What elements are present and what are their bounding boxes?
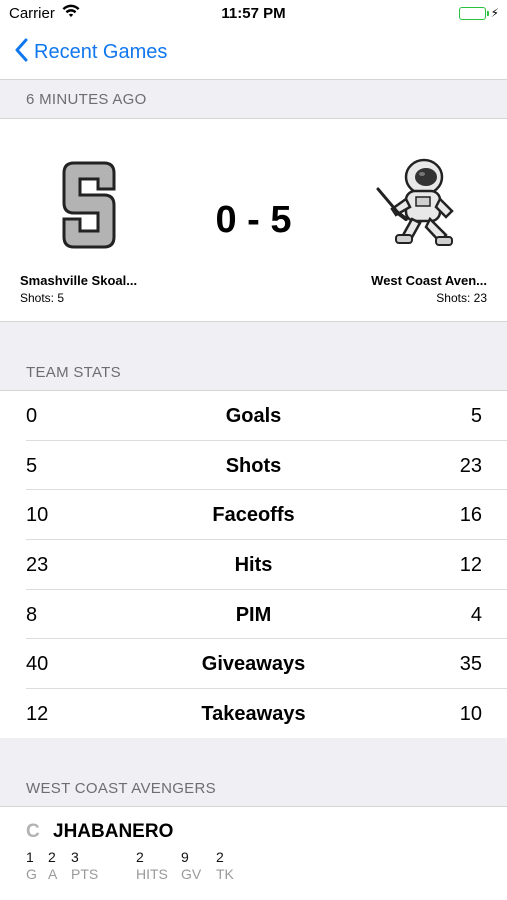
stat-label: Hits — [234, 554, 273, 577]
away-team-logo — [376, 155, 464, 256]
stat-label: Takeaways — [201, 703, 306, 726]
clock: 11:57 PM — [221, 5, 286, 22]
stat-label: Giveaways — [201, 653, 306, 676]
back-button-label: Recent Games — [34, 41, 168, 63]
status-bar: Carrier 11:57 PM ⚡ — [0, 0, 507, 28]
charging-bolt-icon: ⚡ — [490, 6, 499, 20]
player-name: JHABANERO — [53, 821, 174, 842]
stat-away-value: 16 — [459, 504, 482, 527]
game-summary: 0 - 5 Smashville Skoal... Shots: 5 West … — [0, 118, 507, 322]
stat-row-goals: 0 Goals 5 — [0, 391, 507, 441]
game-time-label: 6 MINUTES AGO — [26, 91, 147, 108]
stat-away-value: 10 — [459, 703, 482, 726]
team-stats-header: TEAM STATS — [0, 322, 507, 390]
stat-row-hits: 23 Hits 12 — [0, 540, 507, 590]
stat-label: Faceoffs — [212, 504, 295, 527]
stat-away-value: 23 — [459, 454, 482, 477]
away-team-name: West Coast Aven... — [371, 273, 487, 288]
stat-label: Goals — [225, 405, 282, 427]
away-team-shots: Shots: 23 — [436, 291, 487, 305]
chevron-left-icon — [14, 38, 28, 67]
back-button[interactable]: Recent Games — [14, 38, 167, 67]
stat-away-value: 5 — [470, 405, 482, 427]
stat-row-pim: 8 PIM 4 — [0, 590, 507, 640]
player-position: C — [26, 821, 40, 842]
player-stat-goals: 1G — [26, 849, 37, 882]
team-stats-table: 0 Goals 5 5 Shots 23 10 Faceoffs 16 23 H… — [0, 390, 507, 739]
stat-label: Shots — [225, 454, 282, 477]
stat-away-value: 35 — [459, 653, 482, 676]
player-row[interactable]: C JHABANERO 1G 2A 3 PTS 2 HITS 9 GV 2 TK — [0, 806, 507, 900]
battery-icon: ⚡ — [458, 6, 499, 20]
player-stat-assists: 2A — [48, 849, 58, 882]
home-team-shots: Shots: 5 — [20, 291, 65, 305]
roster-team-title: WEST COAST AVENGERS — [26, 780, 216, 797]
game-time-header: 6 MINUTES AGO — [0, 80, 507, 118]
stat-away-value: 12 — [459, 554, 482, 577]
stat-row-takeaways: 12 Takeaways 10 — [0, 689, 507, 739]
stat-row-shots: 5 Shots 23 — [0, 441, 507, 491]
player-stat-giveaways: 9 GV — [181, 849, 202, 882]
team-stats-title: TEAM STATS — [26, 364, 121, 381]
player-stat-points: 3 PTS — [71, 849, 99, 882]
player-stat-hits: 2 HITS — [136, 849, 168, 882]
navigation-bar: Recent Games — [0, 28, 507, 80]
roster-header: WEST COAST AVENGERS — [0, 738, 507, 806]
stat-label: PIM — [235, 603, 272, 626]
player-stat-takeaways: 2 TK — [216, 849, 234, 882]
stat-away-value: 4 — [470, 603, 482, 626]
home-team-name: Smashville Skoal... — [20, 273, 138, 288]
stat-row-giveaways: 40 Giveaways 35 — [0, 639, 507, 689]
stat-row-faceoffs: 10 Faceoffs 16 — [0, 490, 507, 540]
